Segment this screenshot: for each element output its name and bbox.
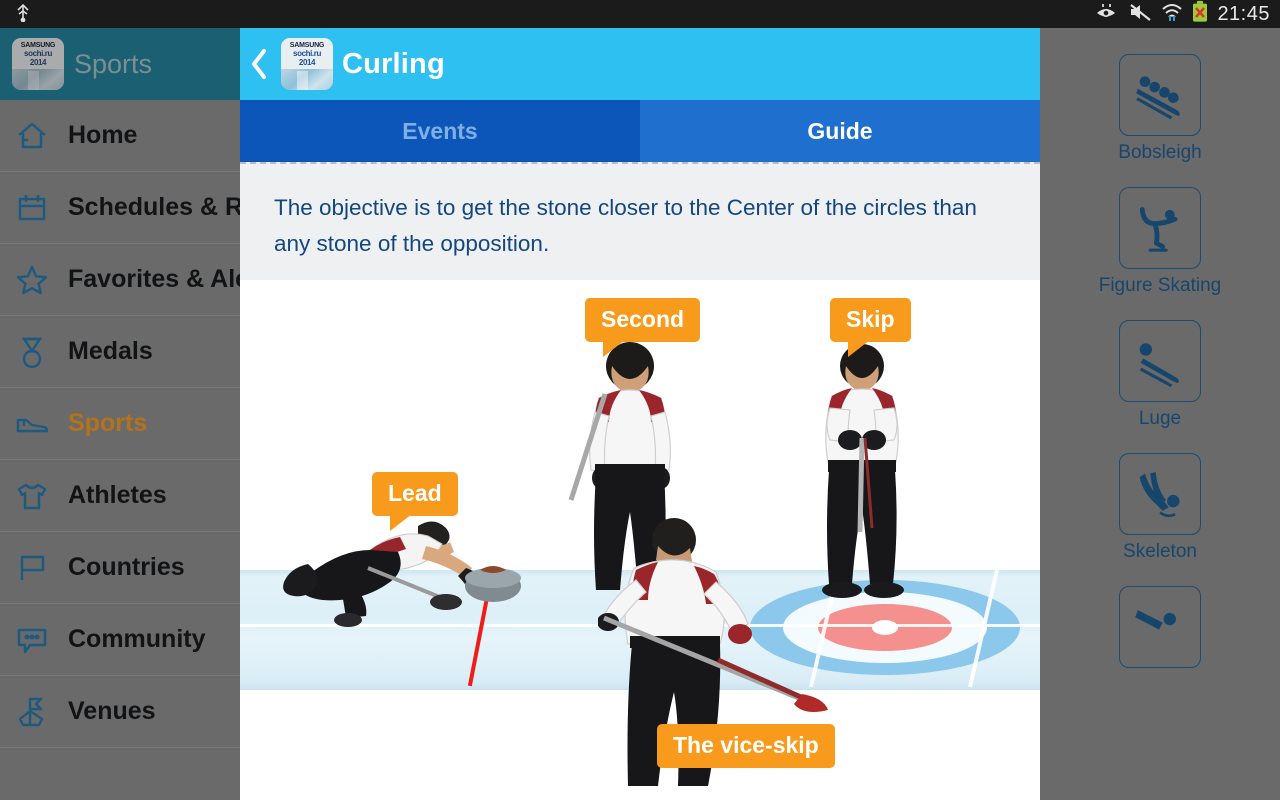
sport-label: Luge <box>1138 408 1182 429</box>
sidebar-item-list: Home Schedules & Results Favorites & Ale… <box>0 100 315 748</box>
sidebar-item-label: Athletes <box>68 481 167 509</box>
sport-item-partial[interactable] <box>1085 586 1235 674</box>
guide-description-text: The objective is to get the stone closer… <box>274 195 977 256</box>
app-icon: SAMSUNG sochi.ru 2014 <box>12 38 64 90</box>
app-icon-samsung-text: SAMSUNG <box>289 41 325 49</box>
label-lead: Lead <box>372 472 458 531</box>
guide-description-box: The objective is to get the stone closer… <box>240 162 1040 280</box>
curling-detail-panel: SAMSUNG sochi.ru 2014 Curling Events Gui… <box>240 28 1040 800</box>
sport-item-figure-skating[interactable]: Figure Skating <box>1085 187 1235 297</box>
tab-events[interactable]: Events <box>240 100 640 162</box>
sport-label: Figure Skating <box>1098 275 1222 296</box>
curling-illustration: Lead Second Skip The vice-skip 1 of 4 <box>240 280 1040 800</box>
left-navigation-sidebar: SAMSUNG sochi.ru 2014 Sports Home Schedu… <box>0 28 315 800</box>
usb-icon <box>14 2 32 27</box>
sidebar-item-label: Community <box>68 625 206 653</box>
luge-icon <box>1119 320 1201 402</box>
sidebar-item-label: Medals <box>68 337 153 365</box>
tab-bar: Events Guide <box>240 100 1040 162</box>
sidebar-item-countries[interactable]: Countries <box>0 532 240 604</box>
sidebar-item-label: Home <box>68 121 138 149</box>
label-vice-skip: The vice-skip <box>657 724 835 768</box>
sport-item-luge[interactable]: Luge <box>1085 320 1235 430</box>
tab-guide[interactable]: Guide <box>640 100 1040 162</box>
sidebar-item-label: Sports <box>68 409 148 437</box>
flag-icon <box>14 550 50 586</box>
home-icon <box>14 118 50 154</box>
app-icon-year-text: 2014 <box>298 57 316 67</box>
app-icon: SAMSUNG sochi.ru 2014 <box>281 38 333 90</box>
sport-item-bobsleigh[interactable]: Bobsleigh <box>1085 54 1235 164</box>
figure-skating-icon <box>1119 187 1201 269</box>
sidebar-item-venues[interactable]: Venues <box>0 676 240 748</box>
sidebar-item-athletes[interactable]: Athletes <box>0 460 240 532</box>
app-header: SAMSUNG sochi.ru 2014 Curling <box>240 28 1040 100</box>
status-bar-clock: 21:45 <box>1217 3 1270 25</box>
label-skip: Skip <box>830 298 911 357</box>
battery-error-icon <box>1192 1 1208 27</box>
app-icon-sochi-text: sochi.ru <box>293 48 321 58</box>
label-second: Second <box>585 298 701 357</box>
tshirt-icon <box>14 478 50 514</box>
shoe-icon <box>14 406 50 442</box>
app-icon-samsung-text: SAMSUNG <box>20 41 56 49</box>
wifi-icon <box>1161 2 1183 27</box>
medal-icon <box>14 334 50 370</box>
calendar-icon <box>14 190 50 226</box>
chat-icon <box>14 622 50 658</box>
bobsleigh-icon <box>1119 54 1201 136</box>
star-icon <box>14 262 50 298</box>
ski-jumping-icon <box>1119 586 1201 668</box>
sidebar-item-label: Countries <box>68 553 185 581</box>
back-chevron-icon[interactable] <box>246 44 272 84</box>
sport-label: Skeleton <box>1123 541 1197 562</box>
app-icon-artwork <box>281 69 333 90</box>
sidebar-header: SAMSUNG sochi.ru 2014 Sports <box>0 28 240 100</box>
status-bar: 21:45 <box>0 0 1280 28</box>
sidebar-item-medals[interactable]: Medals <box>0 316 240 388</box>
house-button <box>872 620 898 635</box>
sports-list-rail: Bobsleigh Figure Skating Luge Skeleton <box>1040 28 1280 800</box>
app-icon-year-text: 2014 <box>29 57 47 67</box>
sport-item-skeleton[interactable]: Skeleton <box>1085 453 1235 563</box>
sidebar-item-label: Venues <box>68 697 156 725</box>
eye-icon <box>1095 3 1119 26</box>
sidebar-item-schedules-results[interactable]: Schedules & Results <box>0 172 315 244</box>
sidebar-item-favorites-alerts[interactable]: Favorites & Alerts <box>0 244 281 316</box>
sidebar-item-home[interactable]: Home <box>0 100 240 172</box>
venue-flag-icon <box>14 694 50 730</box>
sport-label: Bobsleigh <box>1118 142 1202 163</box>
mute-icon <box>1128 2 1152 27</box>
page-title: Curling <box>342 47 445 80</box>
app-icon-sochi-text: sochi.ru <box>24 48 52 58</box>
player-lead <box>283 521 521 627</box>
sidebar-header-title: Sports <box>74 48 153 79</box>
sidebar-item-sports[interactable]: Sports <box>0 388 240 460</box>
skeleton-icon <box>1119 453 1201 535</box>
app-icon-artwork <box>12 69 64 90</box>
sidebar-item-community[interactable]: Community <box>0 604 240 676</box>
